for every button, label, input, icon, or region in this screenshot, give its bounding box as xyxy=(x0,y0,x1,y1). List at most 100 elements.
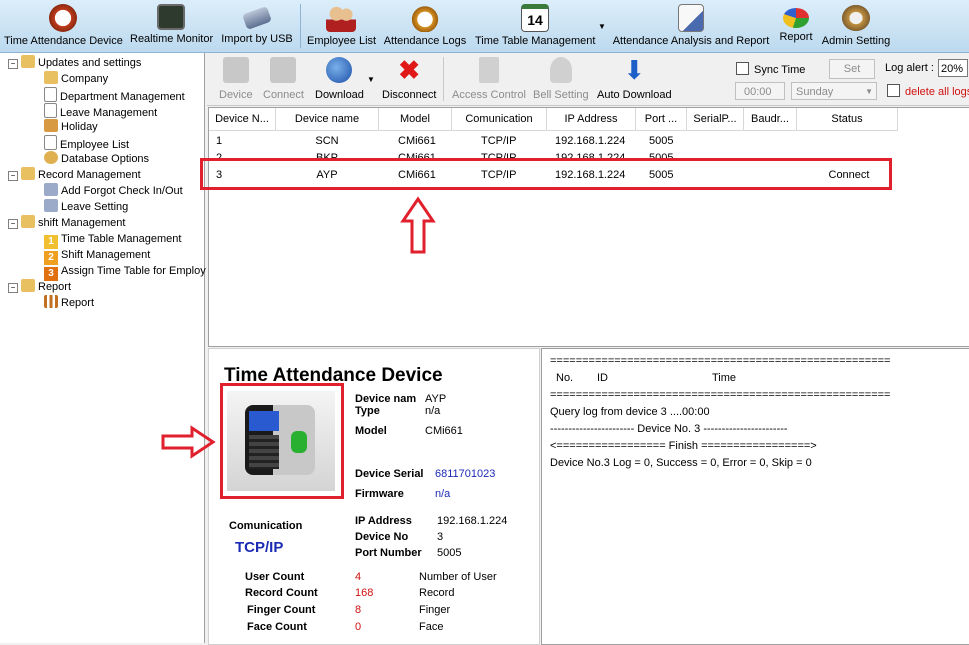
menu-label: Time Attendance Device xyxy=(4,35,123,47)
close-x-icon: ✖ xyxy=(398,55,421,85)
up-arrow-shape xyxy=(400,196,436,254)
tree-item-time-table-management[interactable]: 1 Time Table Management xyxy=(44,231,181,249)
menu-attendance-logs[interactable]: Attendance Logs xyxy=(383,2,467,50)
menu-time-attendance-device[interactable]: Time Attendance Device xyxy=(4,2,123,50)
door-icon xyxy=(478,57,499,83)
column-header-comunication[interactable]: Comunication xyxy=(452,108,547,131)
connect-button[interactable]: Connect xyxy=(263,57,304,101)
tree-item-shift-management[interactable]: 2 Shift Management xyxy=(44,247,150,265)
finger-count-desc: Finger xyxy=(419,604,451,616)
checkbox-label: Sync Time xyxy=(754,64,806,76)
model-value: CMi661 xyxy=(425,425,463,437)
tree-item-leave-setting[interactable]: Leave Setting xyxy=(44,199,128,215)
tree-item-company[interactable]: Company xyxy=(44,71,108,87)
finger-count-value: 8 xyxy=(355,604,362,616)
log-column-no: No. xyxy=(556,372,574,384)
column-header-serial-port[interactable]: SerialP... xyxy=(687,108,744,131)
menu-label: Realtime Monitor xyxy=(130,33,214,45)
tree-group-shift-management[interactable]: − shift Management xyxy=(8,215,125,231)
collapse-icon[interactable]: − xyxy=(8,59,18,69)
tree-item-department-management[interactable]: Department Management xyxy=(44,87,185,103)
database-gear-icon xyxy=(44,151,58,164)
menu-label: Admin Setting xyxy=(821,35,891,47)
menu-realtime-monitor[interactable]: Realtime Monitor xyxy=(130,2,214,50)
tree-item-assign-time-table[interactable]: 3 Assign Time Table for Employ xyxy=(44,263,206,281)
record-count-desc: Record xyxy=(419,587,455,599)
user-count-label: User Count xyxy=(245,571,305,583)
access-control-button[interactable]: Access Control xyxy=(452,57,526,101)
tree-item-database-options[interactable]: Database Options xyxy=(44,151,149,167)
sync-time-checkbox[interactable]: Sync Time xyxy=(736,62,805,76)
collapse-icon[interactable]: − xyxy=(8,219,18,229)
tree-item-leave-management[interactable]: Leave Management xyxy=(44,103,157,119)
folder-settings-icon xyxy=(21,215,35,228)
collapse-icon[interactable]: − xyxy=(8,283,18,293)
calendar-day: 14 xyxy=(527,12,543,28)
pie-chart-icon xyxy=(783,8,809,28)
button-label: Access Control xyxy=(452,89,526,101)
day-select[interactable]: Sunday ▼ xyxy=(791,82,877,100)
bar-chart-icon xyxy=(44,295,58,308)
menu-time-table-management[interactable]: 14 Time Table Management xyxy=(475,2,595,50)
highlight-box-device-photo xyxy=(220,383,344,499)
bell-setting-button[interactable]: Bell Setting xyxy=(533,57,589,101)
employee-list-icon xyxy=(44,135,57,150)
users-icon xyxy=(44,183,58,196)
menu-attendance-analysis[interactable]: Attendance Analysis and Report xyxy=(612,2,770,50)
menu-report[interactable]: Report xyxy=(777,2,815,50)
column-header-device-name[interactable]: Device name xyxy=(276,108,379,131)
download-button[interactable]: Download xyxy=(315,57,364,101)
tree-item-holiday[interactable]: Holiday xyxy=(44,119,98,135)
collapse-icon[interactable]: − xyxy=(8,171,18,181)
button-label: Device xyxy=(219,89,253,101)
face-count-label: Face Count xyxy=(247,621,307,633)
checkbox-box[interactable] xyxy=(736,62,749,75)
menu-admin-setting[interactable]: Admin Setting xyxy=(821,2,891,50)
download-dropdown-icon[interactable]: ▼ xyxy=(367,75,375,84)
tree-item-report[interactable]: Report xyxy=(44,295,94,311)
column-header-port[interactable]: Port ... xyxy=(636,108,687,131)
delete-all-logs-checkbox[interactable]: delete all logs xyxy=(887,84,969,98)
auto-download-button[interactable]: ⬇ Auto Download xyxy=(597,57,672,101)
menu-import-by-usb[interactable]: Import by USB xyxy=(221,2,293,50)
tree-item-employee-list[interactable]: Employee List xyxy=(44,135,129,151)
folder-settings-icon xyxy=(21,55,35,68)
tree-item-add-forgot-check[interactable]: Add Forgot Check In/Out xyxy=(44,183,183,199)
log-alert-input[interactable]: 20% xyxy=(938,59,968,77)
bell-icon xyxy=(549,57,572,83)
device-button[interactable]: Device xyxy=(219,57,253,101)
disconnect-button[interactable]: ✖ Disconnect xyxy=(382,57,436,101)
button-label: Bell Setting xyxy=(533,89,589,101)
download-log-panel[interactable]: ========================================… xyxy=(541,348,969,645)
column-header-ip-address[interactable]: IP Address xyxy=(547,108,636,131)
navigation-tree: − Updates and settings Company Department… xyxy=(0,53,206,643)
record-count-value: 168 xyxy=(355,587,374,599)
sync-time-input[interactable]: 00:00 xyxy=(735,82,785,100)
set-button[interactable]: Set xyxy=(829,59,875,79)
tree-item-label: Leave Management xyxy=(60,107,158,119)
menu-label: Import by USB xyxy=(221,33,293,45)
tree-group-updates-settings[interactable]: − Updates and settings xyxy=(8,55,141,71)
column-header-model[interactable]: Model xyxy=(379,108,452,131)
checkbox-box[interactable] xyxy=(887,84,900,97)
tree-group-record-management[interactable]: − Record Management xyxy=(8,167,141,183)
tree-item-label: Employee List xyxy=(60,139,130,151)
users-icon xyxy=(44,199,58,212)
users-icon xyxy=(326,4,356,32)
tree-item-label: Leave Setting xyxy=(61,201,129,213)
device-serial-label: Device Serial xyxy=(355,468,424,480)
main-menubar: Time Attendance Device Realtime Monitor … xyxy=(0,0,969,53)
device-toolbar: Device Connect Download ▼ ✖ Disconnect A… xyxy=(207,53,969,106)
comunication-value: TCP/IP xyxy=(235,539,284,556)
document-icon xyxy=(44,103,57,118)
menu-employee-list[interactable]: Employee List xyxy=(307,2,376,50)
column-header-device-no[interactable]: Device N... xyxy=(209,108,276,131)
dropdown-arrow-icon[interactable]: ▼ xyxy=(598,22,606,31)
day-select-value: Sunday xyxy=(796,86,834,98)
tree-group-report[interactable]: − Report xyxy=(8,279,71,295)
port-number-value: 5005 xyxy=(437,547,462,559)
ip-address-value: 192.168.1.224 xyxy=(437,515,508,527)
column-header-baudrate[interactable]: Baudr... xyxy=(744,108,797,131)
column-header-status[interactable]: Status xyxy=(797,108,898,131)
table-row[interactable]: 1 SCN CMi661 TCP/IP 192.168.1.224 5005 xyxy=(209,133,969,150)
